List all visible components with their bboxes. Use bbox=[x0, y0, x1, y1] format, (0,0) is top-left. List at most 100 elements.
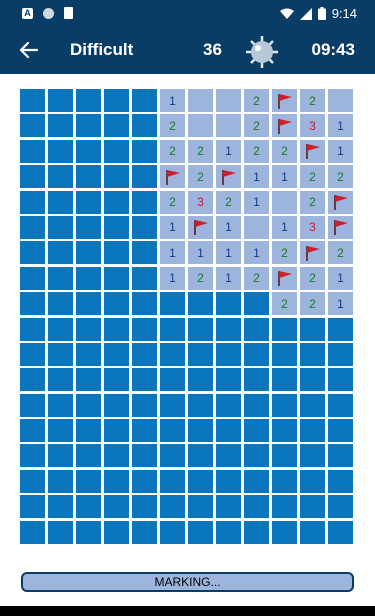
covered-cell[interactable] bbox=[48, 317, 73, 341]
covered-cell[interactable] bbox=[244, 342, 269, 366]
covered-cell[interactable] bbox=[272, 419, 297, 443]
covered-cell[interactable] bbox=[76, 393, 101, 417]
covered-cell[interactable] bbox=[132, 393, 157, 417]
number-cell[interactable]: 2 bbox=[300, 89, 325, 112]
covered-cell[interactable] bbox=[216, 368, 241, 392]
covered-cell[interactable] bbox=[160, 292, 185, 316]
number-cell[interactable]: 1 bbox=[272, 215, 297, 239]
covered-cell[interactable] bbox=[272, 368, 297, 392]
flagged-cell[interactable] bbox=[300, 241, 325, 265]
covered-cell[interactable] bbox=[48, 89, 73, 112]
covered-cell[interactable] bbox=[20, 419, 45, 443]
covered-cell[interactable] bbox=[48, 368, 73, 392]
covered-cell[interactable] bbox=[48, 495, 73, 519]
covered-cell[interactable] bbox=[216, 469, 241, 493]
number-cell[interactable]: 1 bbox=[216, 266, 241, 290]
covered-cell[interactable] bbox=[20, 114, 45, 138]
covered-cell[interactable] bbox=[132, 139, 157, 163]
back-button[interactable] bbox=[19, 37, 44, 63]
number-cell[interactable]: 2 bbox=[328, 241, 353, 265]
covered-cell[interactable] bbox=[48, 266, 73, 290]
covered-cell[interactable] bbox=[160, 444, 185, 468]
number-cell[interactable]: 2 bbox=[216, 190, 241, 214]
number-cell[interactable]: 1 bbox=[328, 114, 353, 138]
covered-cell[interactable] bbox=[328, 342, 353, 366]
covered-cell[interactable] bbox=[132, 342, 157, 366]
covered-cell[interactable] bbox=[244, 419, 269, 443]
covered-cell[interactable] bbox=[244, 495, 269, 519]
covered-cell[interactable] bbox=[272, 495, 297, 519]
covered-cell[interactable] bbox=[160, 317, 185, 341]
covered-cell[interactable] bbox=[104, 368, 129, 392]
covered-cell[interactable] bbox=[328, 368, 353, 392]
number-cell[interactable]: 1 bbox=[272, 165, 297, 189]
number-cell[interactable]: 1 bbox=[160, 215, 185, 239]
number-cell[interactable]: 2 bbox=[272, 139, 297, 163]
covered-cell[interactable] bbox=[300, 368, 325, 392]
covered-cell[interactable] bbox=[188, 292, 213, 316]
covered-cell[interactable] bbox=[104, 89, 129, 112]
covered-cell[interactable] bbox=[76, 495, 101, 519]
covered-cell[interactable] bbox=[104, 520, 129, 544]
covered-cell[interactable] bbox=[20, 190, 45, 214]
covered-cell[interactable] bbox=[328, 317, 353, 341]
covered-cell[interactable] bbox=[48, 215, 73, 239]
flagged-cell[interactable] bbox=[216, 165, 241, 189]
covered-cell[interactable] bbox=[216, 393, 241, 417]
covered-cell[interactable] bbox=[216, 444, 241, 468]
covered-cell[interactable] bbox=[48, 139, 73, 163]
covered-cell[interactable] bbox=[132, 266, 157, 290]
flagged-cell[interactable] bbox=[188, 215, 213, 239]
covered-cell[interactable] bbox=[104, 495, 129, 519]
covered-cell[interactable] bbox=[244, 444, 269, 468]
number-cell[interactable]: 1 bbox=[160, 89, 185, 112]
number-cell[interactable]: 1 bbox=[328, 292, 353, 316]
number-cell[interactable]: 2 bbox=[244, 89, 269, 112]
covered-cell[interactable] bbox=[188, 419, 213, 443]
flagged-cell[interactable] bbox=[300, 139, 325, 163]
number-cell[interactable]: 1 bbox=[160, 266, 185, 290]
covered-cell[interactable] bbox=[300, 495, 325, 519]
covered-cell[interactable] bbox=[132, 317, 157, 341]
covered-cell[interactable] bbox=[160, 393, 185, 417]
covered-cell[interactable] bbox=[188, 520, 213, 544]
number-cell[interactable]: 3 bbox=[300, 215, 325, 239]
number-cell[interactable]: 2 bbox=[300, 190, 325, 214]
covered-cell[interactable] bbox=[20, 292, 45, 316]
covered-cell[interactable] bbox=[300, 342, 325, 366]
flagged-cell[interactable] bbox=[272, 114, 297, 138]
covered-cell[interactable] bbox=[104, 266, 129, 290]
covered-cell[interactable] bbox=[244, 292, 269, 316]
covered-cell[interactable] bbox=[132, 215, 157, 239]
covered-cell[interactable] bbox=[20, 215, 45, 239]
number-cell[interactable]: 2 bbox=[160, 114, 185, 138]
covered-cell[interactable] bbox=[20, 469, 45, 493]
covered-cell[interactable] bbox=[48, 190, 73, 214]
covered-cell[interactable] bbox=[244, 393, 269, 417]
empty-revealed-cell[interactable] bbox=[188, 89, 213, 112]
covered-cell[interactable] bbox=[132, 292, 157, 316]
covered-cell[interactable] bbox=[160, 419, 185, 443]
flagged-cell[interactable] bbox=[160, 165, 185, 189]
covered-cell[interactable] bbox=[48, 520, 73, 544]
covered-cell[interactable] bbox=[328, 469, 353, 493]
covered-cell[interactable] bbox=[76, 190, 101, 214]
covered-cell[interactable] bbox=[216, 317, 241, 341]
covered-cell[interactable] bbox=[76, 368, 101, 392]
covered-cell[interactable] bbox=[76, 241, 101, 265]
covered-cell[interactable] bbox=[104, 292, 129, 316]
number-cell[interactable]: 2 bbox=[188, 266, 213, 290]
covered-cell[interactable] bbox=[104, 317, 129, 341]
covered-cell[interactable] bbox=[160, 368, 185, 392]
covered-cell[interactable] bbox=[188, 495, 213, 519]
empty-revealed-cell[interactable] bbox=[328, 89, 353, 112]
number-cell[interactable]: 2 bbox=[244, 139, 269, 163]
number-cell[interactable]: 2 bbox=[160, 190, 185, 214]
covered-cell[interactable] bbox=[216, 342, 241, 366]
covered-cell[interactable] bbox=[272, 342, 297, 366]
covered-cell[interactable] bbox=[20, 520, 45, 544]
covered-cell[interactable] bbox=[104, 114, 129, 138]
number-cell[interactable]: 1 bbox=[244, 241, 269, 265]
covered-cell[interactable] bbox=[132, 419, 157, 443]
covered-cell[interactable] bbox=[300, 444, 325, 468]
